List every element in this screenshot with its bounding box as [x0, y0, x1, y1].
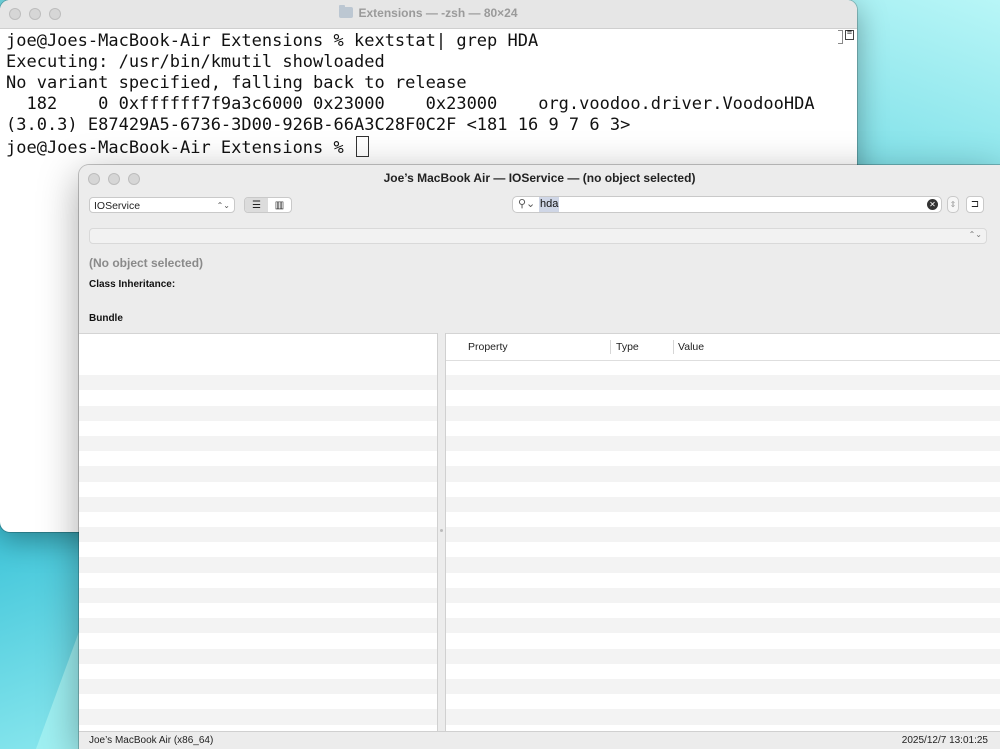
table-row[interactable] [446, 709, 1000, 725]
table-row[interactable] [446, 512, 1000, 527]
list-item[interactable] [79, 587, 437, 603]
status-bar: Joe’s MacBook Air (x86_64) 2025/12/7 13:… [79, 731, 1000, 749]
table-row[interactable] [446, 405, 1000, 421]
list-view-icon[interactable]: ☰ [245, 198, 268, 212]
table-row[interactable] [446, 664, 1000, 679]
list-item[interactable] [79, 618, 437, 634]
table-row[interactable] [446, 421, 1000, 436]
chevron-updown-icon: ⌃⌄ [968, 230, 982, 239]
list-item[interactable] [79, 648, 437, 664]
terminal-scroll-marker [838, 30, 843, 44]
class-inheritance-label: Class Inheritance: [89, 279, 176, 290]
table-row[interactable] [446, 466, 1000, 482]
list-item[interactable] [79, 709, 437, 725]
timestamp: 2025/12/7 13:01:25 [901, 735, 988, 746]
table-row[interactable] [446, 542, 1000, 557]
list-item[interactable] [79, 603, 437, 618]
table-rows [446, 360, 1000, 732]
desktop-wallpaper [850, 0, 1000, 170]
table-row[interactable] [446, 648, 1000, 664]
registry-tree[interactable] [79, 333, 437, 732]
search-query: hda [539, 197, 560, 212]
list-item[interactable] [79, 557, 437, 573]
terminal-prompt-line[interactable]: joe@Joes-MacBook-Air Extensions % [6, 136, 851, 159]
table-row[interactable] [446, 557, 1000, 573]
table-row[interactable] [446, 527, 1000, 543]
splitter-handle[interactable] [440, 529, 443, 532]
view-mode-segmented-control[interactable]: ☰ ▥ [244, 197, 292, 213]
table-row[interactable] [446, 435, 1000, 452]
list-item[interactable] [79, 496, 437, 512]
bundle-label: Bundle [89, 313, 123, 324]
table-row[interactable] [446, 633, 1000, 648]
list-item[interactable] [79, 527, 437, 543]
column-view-icon[interactable]: ▥ [268, 198, 291, 212]
list-item[interactable] [79, 375, 437, 391]
pane-splitter[interactable] [437, 333, 446, 731]
search-input[interactable]: ⚲⌄ hda ✕ [512, 196, 942, 213]
text-cursor [356, 136, 369, 157]
folder-icon [339, 5, 354, 18]
column-header-type[interactable]: Type [616, 341, 639, 353]
list-item[interactable] [79, 482, 437, 497]
terminal-line: No variant specified, falling back to re… [6, 73, 467, 93]
properties-table[interactable]: Property Type Value [446, 333, 1000, 732]
terminal-prompt: joe@Joes-MacBook-Air Extensions % [6, 138, 354, 158]
ioreg-titlebar[interactable]: Joe’s MacBook Air — IOService — (no obje… [79, 165, 1000, 192]
list-item[interactable] [79, 466, 437, 482]
list-item[interactable] [79, 451, 437, 466]
list-item[interactable] [79, 360, 437, 375]
toolbar: IOService ⌃⌄ ☰ ▥ ⚲⌄ hda ✕ ⇕ ⊐ [79, 192, 1000, 226]
column-divider[interactable] [673, 340, 674, 354]
selected-object-title: (No object selected) [89, 256, 204, 270]
terminal-output[interactable]: joe@Joes-MacBook-Air Extensions % kextst… [0, 29, 857, 161]
table-row[interactable] [446, 678, 1000, 695]
list-item[interactable] [79, 678, 437, 695]
list-item[interactable] [79, 435, 437, 452]
column-divider[interactable] [610, 340, 611, 354]
terminal-titlebar[interactable]: Extensions — -zsh — 80×24 [0, 0, 857, 29]
column-header-value[interactable]: Value [678, 341, 704, 353]
tree-rows [79, 360, 437, 732]
list-item[interactable] [79, 573, 437, 588]
terminal-line: Executing: /usr/bin/kmutil showloaded [6, 52, 385, 72]
table-header: Property Type Value [446, 334, 1000, 361]
list-item[interactable] [79, 694, 437, 709]
window-title: Joe’s MacBook Air — IOService — (no obje… [383, 171, 696, 185]
inspector-icon[interactable]: ⊐ [966, 196, 984, 213]
list-item[interactable] [79, 421, 437, 436]
table-row[interactable] [446, 375, 1000, 391]
plane-select[interactable]: IOService ⌃⌄ [89, 197, 235, 213]
table-row[interactable] [446, 603, 1000, 618]
table-row[interactable] [446, 587, 1000, 603]
search-icon[interactable]: ⚲⌄ [518, 197, 535, 212]
table-row[interactable] [446, 573, 1000, 588]
table-row[interactable] [446, 618, 1000, 634]
terminal-title: Extensions — -zsh — 80×24 [0, 5, 857, 20]
terminal-line: 182 0 0xffffff7f9a3c6000 0x23000 0x23000… [6, 94, 815, 114]
chevron-updown-icon: ⌃⌄ [216, 201, 230, 210]
ioregistry-window[interactable]: Joe’s MacBook Air — IOService — (no obje… [79, 165, 1000, 749]
path-popup[interactable]: ⌃⌄ [89, 228, 987, 244]
clear-search-icon[interactable]: ✕ [927, 199, 938, 210]
list-item[interactable] [79, 633, 437, 648]
table-row[interactable] [446, 694, 1000, 709]
search-result-stepper[interactable]: ⇕ [947, 196, 959, 213]
list-item[interactable] [79, 664, 437, 679]
table-row[interactable] [446, 360, 1000, 375]
list-item[interactable] [79, 512, 437, 527]
plane-select-value: IOService [94, 200, 141, 212]
machine-name: Joe’s MacBook Air (x86_64) [89, 735, 214, 746]
list-item[interactable] [79, 405, 437, 421]
terminal-line: (3.0.3) E87429A5-6736-3D00-926B-66A3C28F… [6, 115, 631, 135]
terminal-line: joe@Joes-MacBook-Air Extensions % kextst… [6, 31, 539, 51]
table-row[interactable] [446, 496, 1000, 512]
list-item[interactable] [79, 390, 437, 405]
table-row[interactable] [446, 390, 1000, 405]
table-row[interactable] [446, 482, 1000, 497]
table-row[interactable] [446, 451, 1000, 466]
column-header-property[interactable]: Property [468, 341, 508, 353]
list-item[interactable] [79, 542, 437, 557]
terminal-menu-icon[interactable]: ≡ [845, 29, 854, 40]
